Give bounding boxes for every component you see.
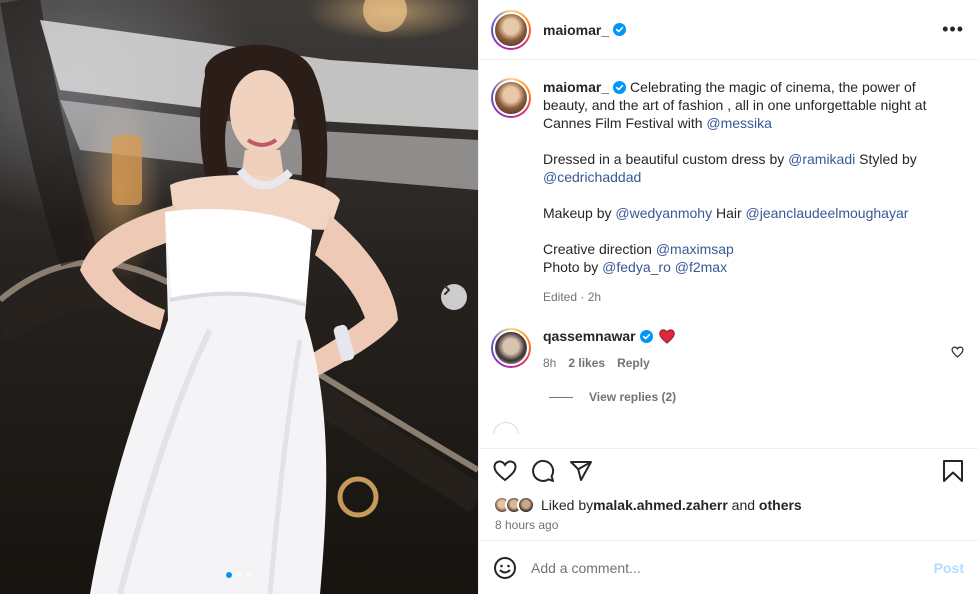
caption-username[interactable]: maiomar_ [543,79,609,95]
slide-indicator [226,572,252,578]
caption-creative-direction: Creative direction [543,241,656,257]
mention-jeanclaudeelmoughayar[interactable]: @jeanclaudeelmoughayar [746,205,909,221]
post-header: maiomar_ ••• [479,0,978,60]
slide-dot [236,572,242,578]
likes-summary: Liked by malak.ahmed.zaherr and others [479,492,978,518]
liked-by-prefix: Liked by [541,497,594,513]
commenter-username[interactable]: qassemnawar [543,328,636,344]
chevron-right-icon [444,285,450,295]
liker-avatars[interactable] [493,496,535,514]
next-comment-peek [493,422,978,434]
share-icon [570,460,592,481]
comment-input[interactable] [531,559,934,576]
comment-composer: Post [479,540,978,594]
caption-photo-by: Photo by [543,259,603,275]
commenter-avatar[interactable] [491,328,531,368]
caption-line-2: Dressed in a beautiful custom dress by [543,151,789,167]
more-icon[interactable]: ••• [942,19,964,40]
liked-by-user[interactable]: malak.ahmed.zaherr [593,497,728,513]
mention-f2max[interactable]: @f2max [675,259,727,275]
view-replies-label: View replies (2) [589,390,677,404]
post-comment-button[interactable]: Post [934,560,964,576]
slide-dot-active [226,572,232,578]
mention-cedrichaddad[interactable]: @cedrichaddad [543,169,641,185]
author-username[interactable]: maiomar_ [543,22,609,38]
comment-heart-icon[interactable] [951,346,964,358]
mention-fedya-ro[interactable]: @fedya_ro [602,259,671,275]
like-button[interactable] [493,459,517,482]
liked-by-and: and [727,497,759,513]
caption-avatar[interactable] [491,78,531,118]
action-bar [479,448,978,492]
comment-likes[interactable]: 2 likes [568,356,605,370]
comment-time: 8h [543,356,557,370]
save-button[interactable] [942,459,964,483]
caption-text: maiomar_ Celebrating the magic of cinema… [543,78,963,306]
verified-icon [613,81,627,94]
mention-ramikadi[interactable]: @ramikadi [788,151,855,167]
heart-icon [493,459,517,481]
comment-icon [532,459,555,482]
post-side-panel: maiomar_ ••• maiomar_ Celebrating the ma… [478,0,978,594]
verified-icon [613,23,627,36]
share-button[interactable] [569,459,593,483]
caption-styled-by: Styled by [855,151,917,167]
verified-icon [639,330,653,343]
next-slide-button[interactable] [441,284,467,310]
mention-maximsap[interactable]: @maximsap [656,241,734,257]
slide-dot [246,572,252,578]
post-dialog: maiomar_ ••• maiomar_ Celebrating the ma… [0,0,978,594]
caption-hair: Hair [712,205,746,221]
caption: maiomar_ Celebrating the magic of cinema… [479,60,978,306]
mention-messika[interactable]: @messika [706,115,772,131]
author-avatar[interactable] [491,9,531,50]
reply-button[interactable]: Reply [617,356,650,370]
view-replies-button[interactable]: View replies (2) [549,390,978,404]
post-time: 8 hours ago [495,518,559,532]
caption-edited-time: Edited · 2h [543,290,602,304]
comments-area[interactable]: maiomar_ Celebrating the magic of cinema… [479,60,978,448]
emoji-icon [494,556,516,579]
liked-by-others[interactable]: others [759,497,802,513]
red-heart-emoji-icon [658,329,675,344]
post-photo[interactable] [0,0,478,594]
emoji-button[interactable] [493,556,517,580]
comment-button[interactable] [531,459,555,483]
caption-makeup-by: Makeup by [543,205,616,221]
comment-item: qassemnawar 8h 2 likes Reply [479,306,978,370]
mention-wedyanmohy[interactable]: @wedyanmohy [615,205,712,221]
photo-illustration [0,0,478,594]
save-icon [943,459,963,482]
